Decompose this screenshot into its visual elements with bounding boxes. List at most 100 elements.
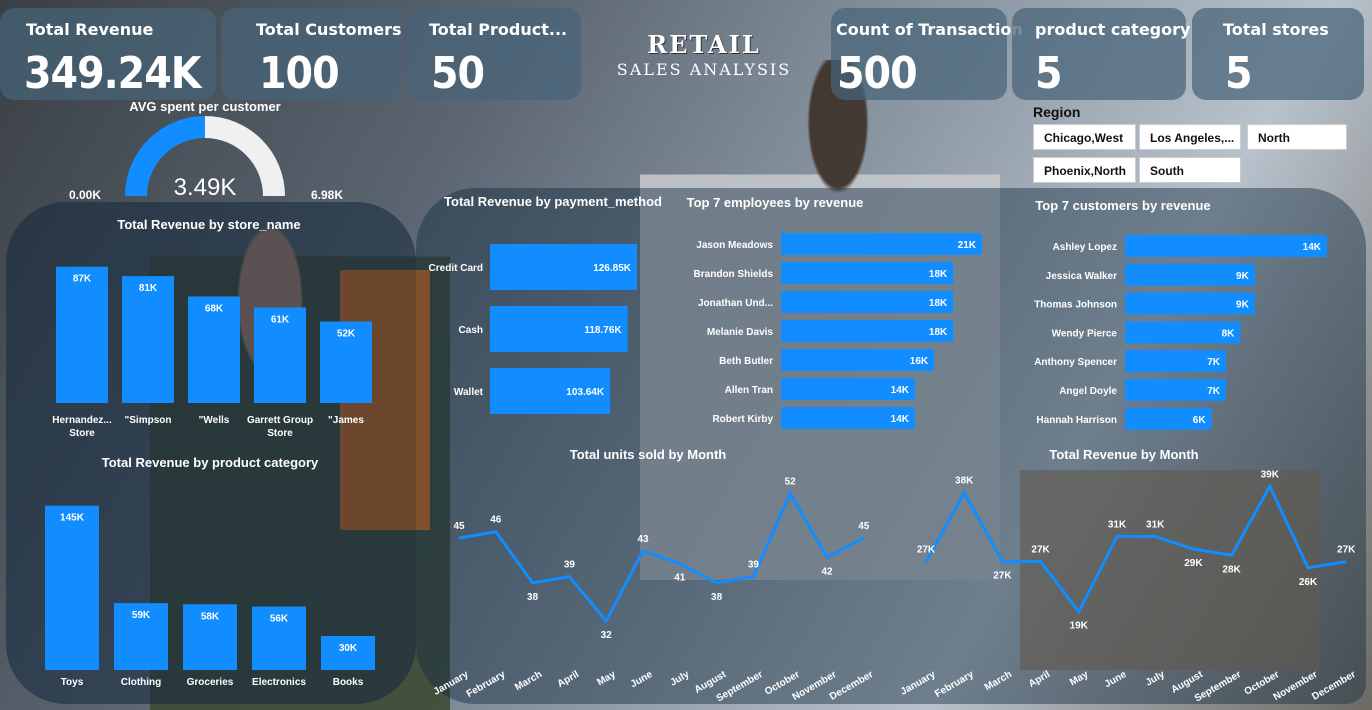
bar-data-label: 126.85K [593,263,632,274]
bar-data-label: 145K [60,513,85,524]
x-tick-label: June [629,669,655,690]
x-tick-label: "Simpson [125,415,172,426]
bar-data-label: 118.76K [584,325,622,336]
point-data-label: 42 [821,566,833,577]
bar-data-label: 14K [891,414,910,425]
y-tick-label: Jason Meadows [696,240,773,251]
point-data-label: 45 [453,521,465,532]
bar-data-label: 56K [270,614,289,625]
bar [56,266,108,403]
point-data-label: 31K [1108,519,1127,530]
x-tick-label: June [1103,669,1129,690]
point-data-label: 27K [1031,545,1050,556]
gauge-min-label: 0.00K [69,188,101,202]
chart-title: Total Revenue by store_name [117,217,300,232]
x-tick-label: Store [267,428,293,439]
point-data-label: 29K [1184,558,1203,569]
chart-title: Top 7 customers by revenue [1035,198,1210,213]
bar-data-label: 58K [201,611,220,622]
x-tick-label: Toys [61,677,84,688]
bar-data-label: 16K [910,356,929,367]
x-tick-label: Groceries [187,677,234,688]
point-data-label: 45 [858,521,870,532]
bar-data-label: 7K [1207,357,1221,368]
point-data-label: 38 [527,592,539,603]
y-tick-label: Angel Doyle [1059,386,1117,397]
point-data-label: 52 [785,476,797,487]
chart-title: Total Revenue by product category [102,455,319,470]
gauge-value: 3.49K [174,174,237,201]
x-tick-label: Clothing [121,677,162,688]
chart-title: Top 7 employees by revenue [687,195,864,210]
x-tick-label: Books [333,677,364,688]
point-data-label: 46 [490,515,502,526]
bar-data-label: 103.64K [566,387,605,398]
bar-data-label: 59K [132,610,151,621]
x-tick-label: March [983,669,1014,693]
bar [781,320,954,342]
point-data-label: 28K [1222,564,1241,575]
point-data-label: 39 [564,559,576,570]
x-tick-label: April [556,669,581,690]
bar-data-label: 87K [73,274,92,285]
y-tick-label: Jessica Walker [1046,271,1117,282]
bar-data-label: 61K [271,314,290,325]
point-data-label: 43 [637,534,649,545]
y-tick-label: Anthony Spencer [1034,357,1117,368]
bar-data-label: 30K [339,643,358,654]
x-tick-label: January [432,669,471,698]
bar [122,276,174,403]
bar-data-label: 14K [891,385,910,396]
x-tick-label: Store [69,428,95,439]
series-line [924,482,1347,615]
point-data-label: 27K [993,571,1012,582]
bar [1125,235,1327,257]
x-tick-label: February [465,669,508,700]
x-tick-label: Electronics [252,677,306,688]
point-data-label: 38 [711,592,723,603]
bar-data-label: 7K [1207,386,1221,397]
y-tick-label: Thomas Johnson [1034,300,1117,311]
y-tick-label: Cash [459,325,483,336]
x-tick-label: January [899,669,938,698]
chart-title: AVG spent per customer [129,99,280,114]
bar-data-label: 8K [1222,328,1236,339]
bar [781,262,954,284]
chart-title: Total units sold by Month [570,447,727,462]
point-data-label: 32 [601,630,613,641]
chart-title: Total Revenue by Month [1049,447,1198,462]
bar-data-label: 52K [337,329,356,340]
point-data-label: 39K [1261,469,1280,480]
bar-data-label: 21K [958,240,977,251]
bar-data-label: 9K [1236,271,1250,282]
series-line [458,490,865,624]
bar-data-label: 18K [929,269,948,280]
y-tick-label: Allen Tran [725,385,773,396]
y-tick-label: Hannah Harrison [1036,415,1117,426]
point-data-label: 39 [748,559,760,570]
bar-data-label: 68K [205,303,224,314]
y-tick-label: Jonathan Und... [698,298,773,309]
x-tick-label: "James [328,415,364,426]
bar-data-label: 18K [929,327,948,338]
x-tick-label: July [1144,669,1167,689]
bar-data-label: 81K [139,283,158,294]
y-tick-label: Credit Card [429,263,483,274]
point-data-label: 19K [1070,621,1089,632]
bar-data-label: 18K [929,298,948,309]
point-data-label: 27K [1337,545,1356,556]
x-tick-label: April [1027,669,1052,690]
y-tick-label: Ashley Lopez [1053,242,1117,253]
y-tick-label: Brandon Shields [694,269,774,280]
x-tick-label: March [513,669,544,693]
chart-title: Total Revenue by payment_method [444,194,662,209]
x-tick-label: May [595,669,618,688]
point-data-label: 38K [955,476,974,487]
x-tick-label: December [1310,669,1357,703]
x-tick-label: February [933,669,976,700]
y-tick-label: Beth Butler [719,356,773,367]
point-data-label: 27K [917,545,936,556]
y-tick-label: Wallet [454,387,484,398]
x-tick-label: May [1068,669,1091,688]
gauge-max-label: 6.98K [311,188,343,202]
